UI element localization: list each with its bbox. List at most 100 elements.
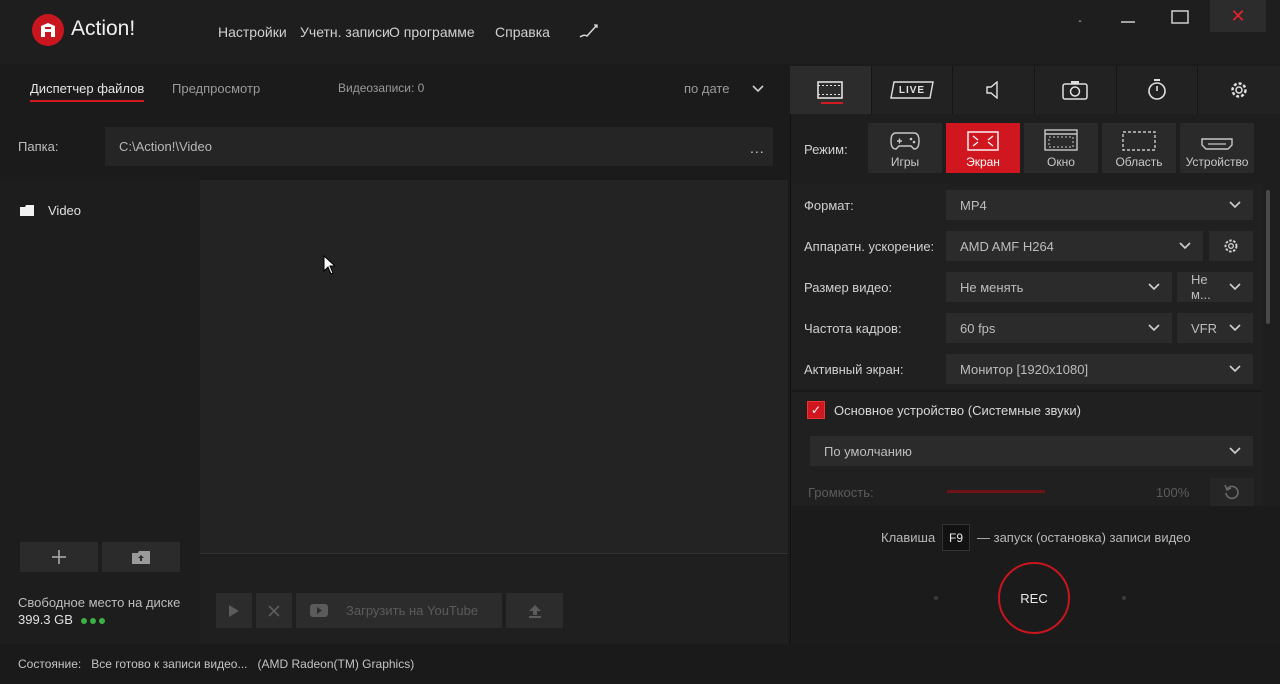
hw-accel-select[interactable]: AMD AMF H264 [946,231,1203,261]
format-value: MP4 [960,197,987,213]
upload-button[interactable] [506,593,563,628]
add-folder-button[interactable] [20,542,98,572]
chevron-down-icon [1229,283,1241,291]
minimize-button[interactable] [1102,0,1154,34]
mode-label: Режим: [804,142,848,157]
tab-screenshot[interactable] [1035,66,1117,114]
settings-scrollbar[interactable] [1266,190,1270,324]
recordings-count: Видеозаписи: 0 [338,81,425,95]
pen-icon[interactable] [578,22,600,43]
disk-status-indicator [80,612,108,627]
tab-preview[interactable]: Предпросмотр [172,81,260,96]
mode-area-button[interactable]: Область [1102,123,1176,173]
tab-file-manager[interactable]: Диспетчер файлов [30,81,145,102]
tab-timer[interactable] [1116,66,1199,114]
encoder-settings-button[interactable] [1209,231,1253,261]
chevron-down-icon[interactable] [752,82,764,97]
menu-about[interactable]: О программе [389,24,475,40]
volume-value: 100% [1156,485,1190,500]
mode-games-label: Игры [890,155,920,169]
divider [792,390,1262,392]
status-gpu: (AMD Radeon(TM) Graphics) [257,657,415,671]
tree-item-label: Video [48,203,82,218]
menu-settings[interactable]: Настройки [218,24,287,40]
overflow-icon[interactable]: - [1054,4,1106,38]
close-button[interactable]: ✕ [1210,0,1266,32]
audio-device-label: Основное устройство (Системные звуки) [834,403,1081,418]
disk-space-amount: 399.3 GB [18,612,73,627]
volume-slider[interactable] [947,490,1045,493]
mode-area-label: Область [1115,155,1163,169]
speaker-icon [985,81,998,99]
audio-device-checkbox[interactable]: ✓ [807,401,825,419]
framerate-select[interactable]: 60 fps [946,313,1172,343]
gear-icon [1224,239,1238,253]
chevron-down-icon [1229,201,1241,209]
audio-device-value: По умолчанию [824,443,912,459]
folder-tree [0,180,200,644]
format-label: Формат: [804,198,854,213]
upload-youtube-label: Загрузить на YouTube [346,603,479,618]
maximize-button[interactable] [1154,0,1206,34]
tab-live-stream[interactable]: LIVE [871,66,954,114]
disk-space-label: Свободное место на диске [18,595,181,610]
open-folder-button[interactable] [102,542,180,572]
mode-games-button[interactable]: Игры [868,123,942,173]
hotkey-prefix: Клавиша [881,530,936,545]
right-tab-bar: LIVE [790,66,1280,114]
rec-button[interactable]: REC [998,562,1070,634]
browse-folder-button[interactable]: ... [750,140,765,156]
gamepad-icon [890,132,920,150]
delete-button[interactable] [256,593,292,628]
volume-label: Громкость: [808,485,874,500]
mode-screen-label: Экран [966,155,1000,169]
audio-device-select[interactable]: По умолчанию [810,436,1253,466]
active-screen-label: Активный экран: [804,362,904,377]
folder-icon [20,205,34,216]
live-label: LIVE [898,84,926,96]
menu-accounts[interactable]: Учетн. записи [300,24,390,40]
tab-audio[interactable] [953,66,1036,114]
status-text: Состояние: Все готово к записи видео... … [18,657,414,671]
hotkey-description: — запуск (остановка) записи видео [977,530,1191,545]
hw-accel-value: AMD AMF H264 [960,238,1054,254]
play-button[interactable] [216,593,252,628]
indicator-dot-left [934,596,938,600]
format-select[interactable]: MP4 [946,190,1253,220]
chevron-down-icon [1229,447,1241,455]
video-size-value-2: Не м... [1191,272,1211,302]
tab-video-record[interactable] [790,66,872,114]
reset-volume-button[interactable] [1210,478,1254,506]
active-screen-select[interactable]: Монитор [1920x1080] [946,354,1253,384]
file-list[interactable] [200,180,788,554]
hotkey-key: F9 [942,524,970,551]
mode-window-button[interactable]: Окно [1024,123,1098,173]
framerate-mode-select[interactable]: VFR [1177,313,1253,343]
folder-label: Папка: [18,139,59,154]
video-size-select[interactable]: Не менять [946,272,1172,302]
chevron-down-icon [1148,283,1160,291]
framerate-label: Частота кадров: [804,321,902,336]
sort-select[interactable]: по дате [684,81,729,96]
video-size-label: Размер видео: [804,280,893,295]
chevron-down-icon [1179,242,1191,250]
app-logo [32,14,64,46]
menu-help[interactable]: Справка [495,24,550,40]
video-size-value: Не менять [960,279,1024,295]
mode-device-label: Устройство [1185,155,1249,169]
upload-youtube-button[interactable]: Загрузить на YouTube [296,593,502,628]
gear-icon [1231,82,1247,98]
active-screen-value: Монитор [1920x1080] [960,361,1089,377]
mode-device-button[interactable]: Устройство [1180,123,1254,173]
video-size-select-2[interactable]: Не м... [1177,272,1253,302]
folder-path-field[interactable]: C:\Action!\Video [105,127,773,166]
framerate-value: 60 fps [960,320,996,336]
tab-settings[interactable] [1198,66,1280,114]
stopwatch-icon [1148,79,1166,100]
indicator-dot-right [1122,596,1126,600]
youtube-icon [310,604,328,617]
tree-item-video[interactable]: Video [20,203,81,218]
chevron-down-icon [1148,324,1160,332]
reset-icon [1224,484,1239,500]
mode-screen-button[interactable]: Экран [946,123,1020,173]
